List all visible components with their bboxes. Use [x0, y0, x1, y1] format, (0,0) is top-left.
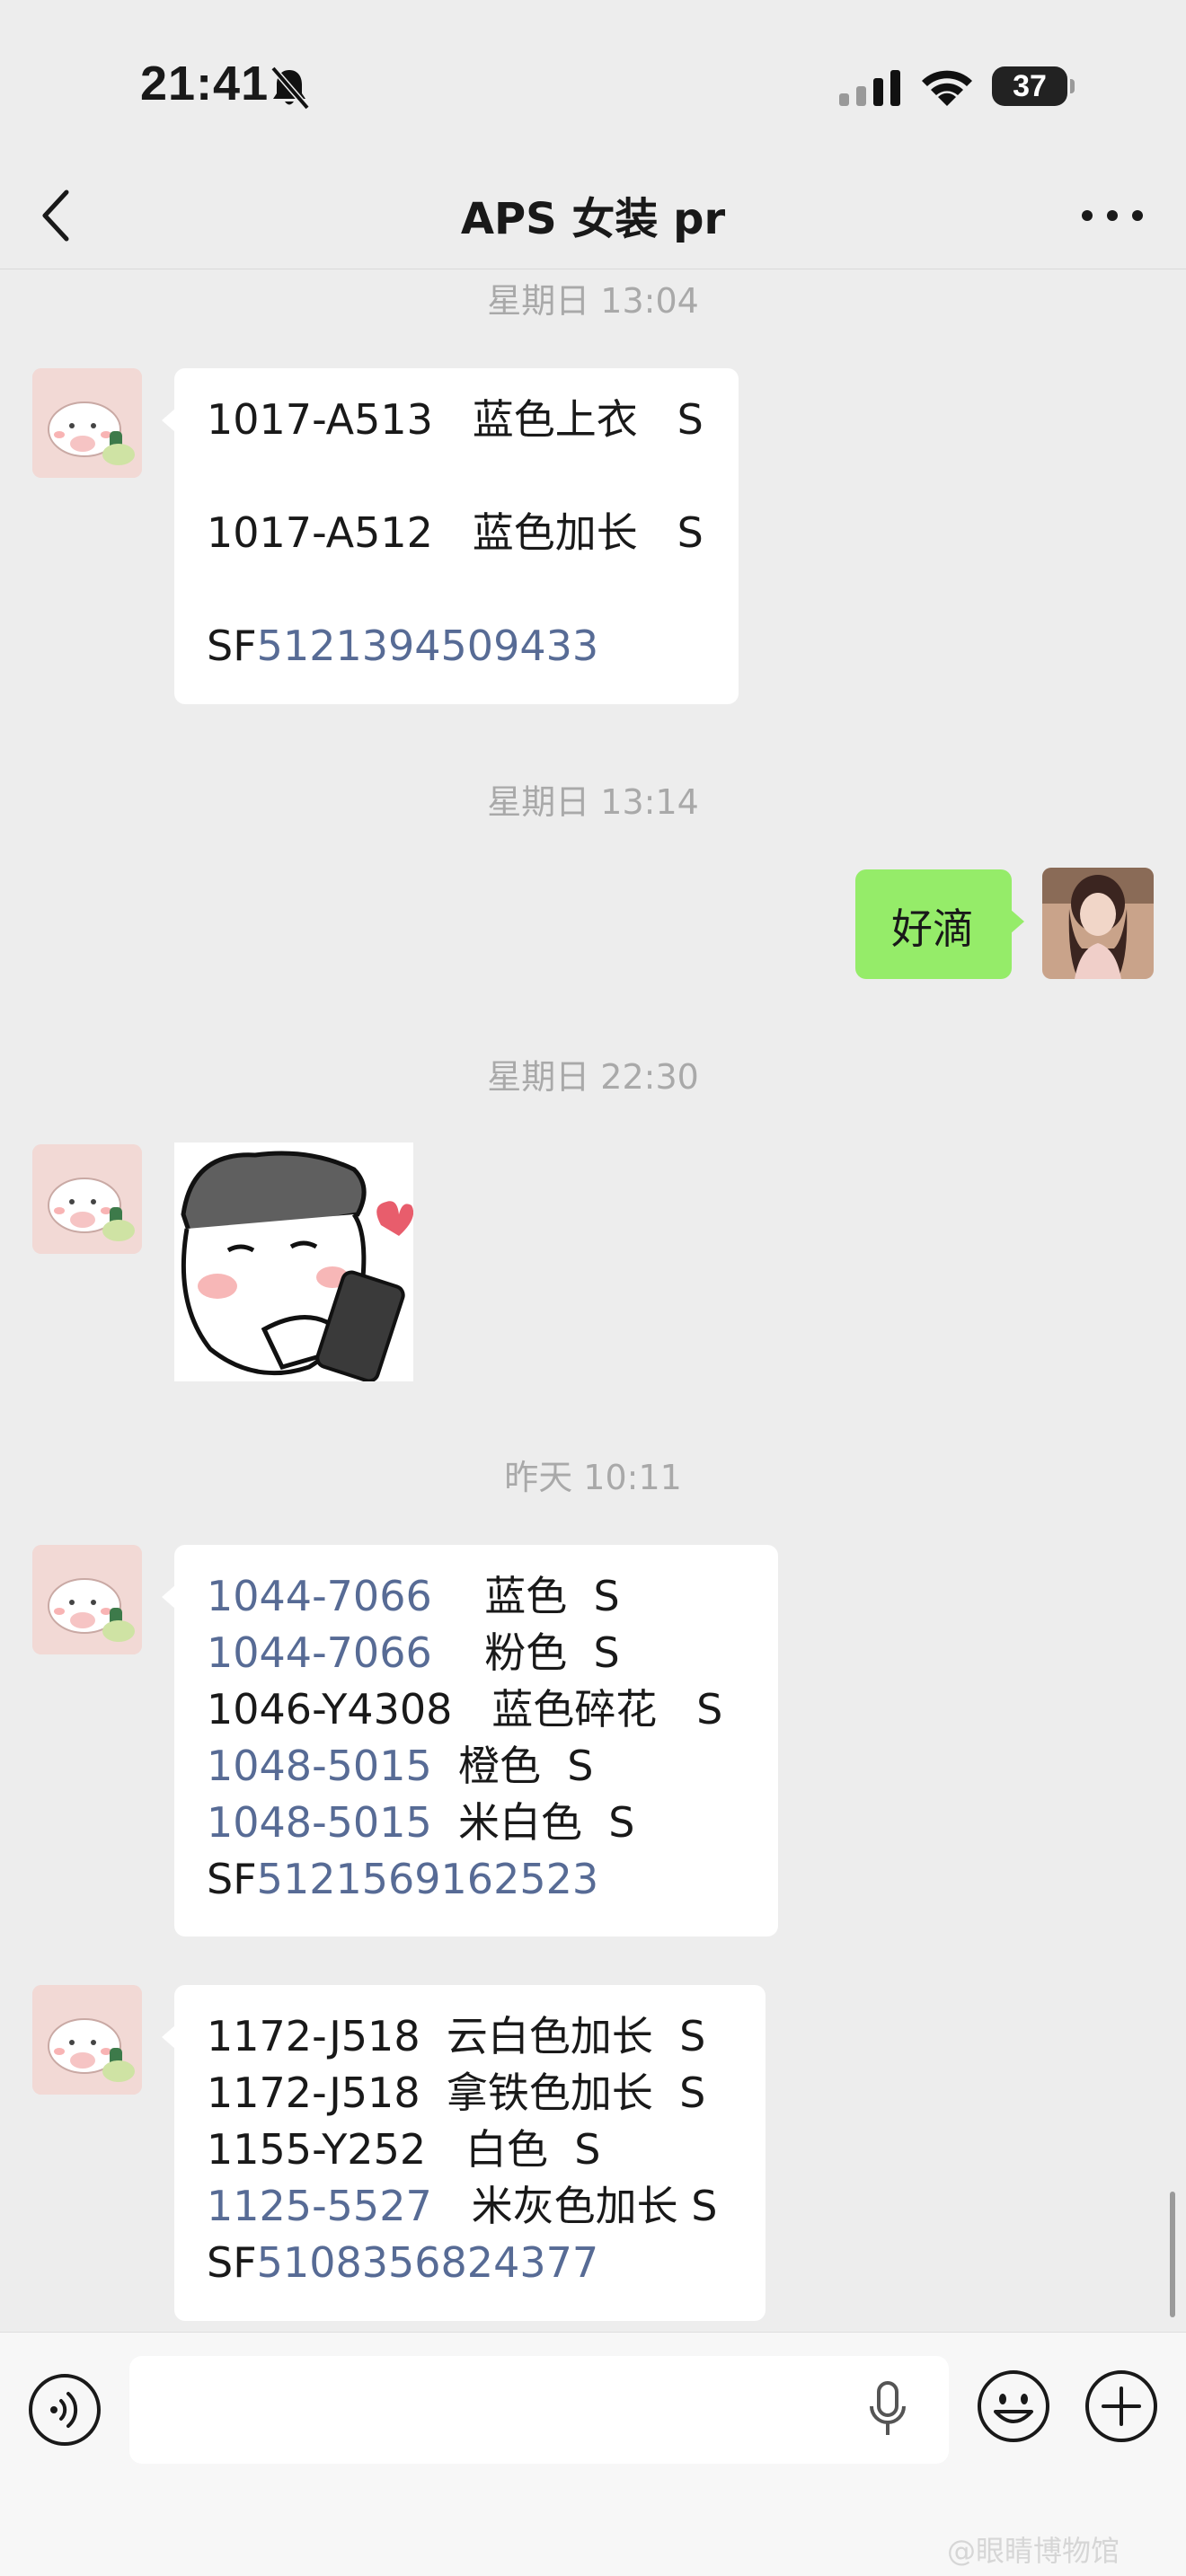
- timestamp: 星期日 22:30: [487, 1057, 699, 1097]
- message-line: 1172-J518 拿铁色加长 S: [207, 2069, 706, 2117]
- message-line: 1125-5527 米灰色加长 S: [207, 2178, 733, 2235]
- message-line: 1044-7066 蓝色 S: [207, 1568, 746, 1625]
- line-text: 蓝色 S: [431, 1572, 620, 1620]
- message-text-input[interactable]: [129, 2356, 949, 2464]
- microphone-icon[interactable]: [868, 2379, 907, 2439]
- message-line: 1017-A513 蓝色上衣 S: [207, 395, 704, 444]
- tracking-number-link[interactable]: 5121394509433: [257, 622, 598, 670]
- cartoon-phone-sticker-icon: [174, 1142, 414, 1383]
- message-line: SF5121394509433: [207, 618, 706, 675]
- pig-avatar-icon: [32, 1144, 142, 1254]
- text-prefix: SF: [207, 2238, 257, 2287]
- chat-nav-bar: APS 女装 pr: [0, 162, 1186, 269]
- message-bubble[interactable]: 1044-7066 蓝色 S 1044-7066 粉色 S 1046-Y4308…: [162, 1545, 778, 1936]
- product-code-link[interactable]: 1044-7066: [207, 1628, 432, 1677]
- watermark: @眼睛博物馆: [947, 2534, 1120, 2568]
- line-text: 米灰色加长 S: [431, 2182, 718, 2230]
- contact-avatar[interactable]: [32, 1985, 142, 2095]
- message-line: 1172-J518 云白色加长 S: [207, 2012, 706, 2060]
- tracking-number-link[interactable]: 5121569162523: [257, 1855, 598, 1903]
- status-bar: 21:41 37: [0, 0, 1186, 162]
- contact-avatar[interactable]: [32, 368, 142, 478]
- timestamp: 昨天 10:11: [504, 1458, 682, 1497]
- self-message-bubble[interactable]: 好滴: [855, 869, 1024, 979]
- message-line: 1046-Y4308 蓝色碎花 S: [207, 1685, 723, 1734]
- plus-icon[interactable]: [1084, 2369, 1159, 2444]
- contact-avatar[interactable]: [32, 1545, 142, 1654]
- bell-muted-icon: [270, 66, 310, 110]
- contact-avatar[interactable]: [32, 1144, 142, 1254]
- message-line: 1048-5015 米白色 S: [207, 1795, 746, 1851]
- battery-indicator: 37: [992, 66, 1075, 106]
- self-avatar[interactable]: [1042, 868, 1154, 979]
- cellular-signal-icon: [839, 70, 900, 106]
- sticker-image[interactable]: [174, 1142, 414, 1383]
- timestamp: 星期日 13:14: [487, 782, 699, 822]
- message-text: 好滴: [891, 904, 974, 953]
- product-code-link[interactable]: 1048-5015: [207, 1798, 432, 1847]
- message-line: 1017-A512 蓝色加长 S: [207, 508, 704, 557]
- emoji-icon[interactable]: [976, 2369, 1051, 2444]
- chat-title: APS 女装 pr: [460, 194, 726, 244]
- wifi-icon: [922, 70, 972, 106]
- text-prefix: SF: [207, 1855, 257, 1903]
- status-time: 21:41: [140, 57, 270, 110]
- more-options-icon[interactable]: [1078, 205, 1146, 226]
- text-prefix: SF: [207, 622, 257, 670]
- timestamp: 星期日 13:04: [487, 281, 699, 321]
- message-line: SF5121569162523: [207, 1851, 746, 1908]
- tracking-number-link[interactable]: 5108356824377: [257, 2238, 598, 2287]
- scrollbar[interactable]: [1170, 2192, 1175, 2317]
- message-bubble[interactable]: 1017-A513 蓝色上衣 S 1017-A512 蓝色加长 S SF5121…: [162, 368, 739, 704]
- pig-avatar-icon: [32, 1985, 142, 2095]
- product-code-link[interactable]: 1048-5015: [207, 1742, 432, 1790]
- message-bubble[interactable]: 1172-J518 云白色加长 S 1172-J518 拿铁色加长 S 1155…: [162, 1985, 766, 2321]
- line-text: 橙色 S: [431, 1742, 594, 1790]
- line-text: 粉色 S: [431, 1628, 620, 1677]
- pig-avatar-icon: [32, 1545, 142, 1654]
- product-code-link[interactable]: 1044-7066: [207, 1572, 432, 1620]
- user-photo-icon: [1042, 868, 1154, 979]
- pig-avatar-icon: [32, 368, 142, 478]
- voice-input-icon[interactable]: [27, 2372, 102, 2448]
- message-line: 1048-5015 橙色 S: [207, 1738, 746, 1795]
- message-line: SF5108356824377: [207, 2235, 733, 2291]
- message-input-bar: @眼睛博物馆: [0, 2332, 1186, 2576]
- message-line: 1044-7066 粉色 S: [207, 1625, 746, 1681]
- line-text: 米白色 S: [431, 1798, 635, 1847]
- product-code-link[interactable]: 1125-5527: [207, 2182, 432, 2230]
- message-line: 1155-Y252 白色 S: [207, 2125, 601, 2174]
